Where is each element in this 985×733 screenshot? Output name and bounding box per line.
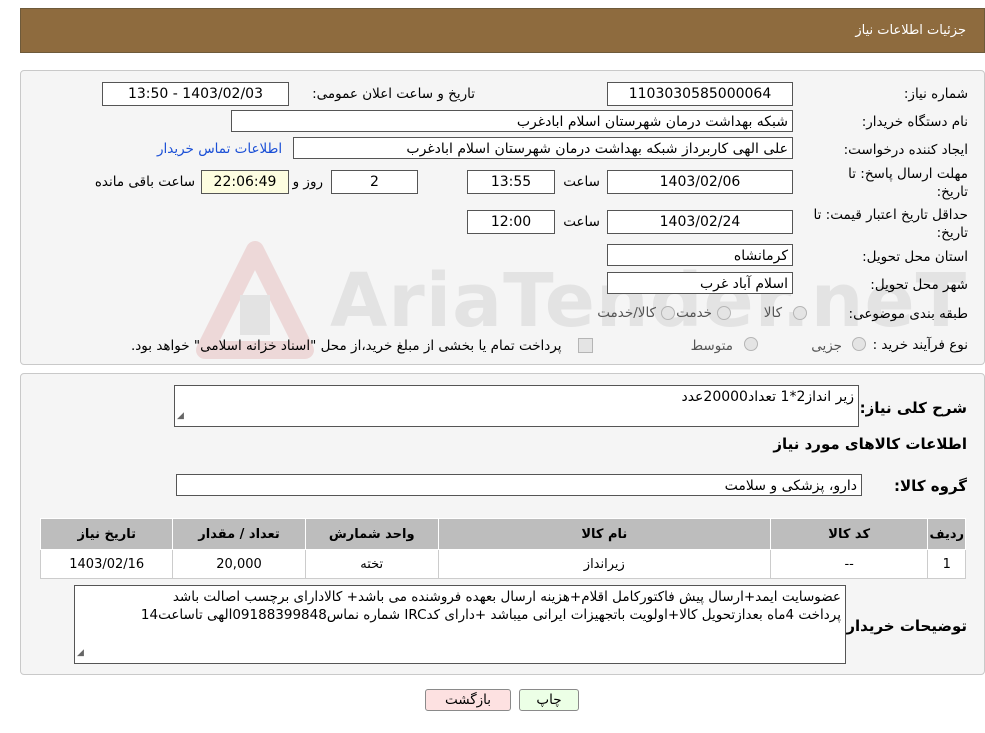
deadline-label-date: تاریخ: [936, 184, 968, 200]
col-row-header: ردیف [927, 518, 966, 550]
col-date-header: تاریخ نیاز [39, 518, 174, 550]
days-field: 2 [331, 170, 418, 194]
cell-code: -- [769, 549, 929, 579]
cell-quantity: 20,000 [172, 549, 306, 579]
category-label: طبقه بندی موضوعی: [848, 306, 968, 322]
province-label: استان محل تحویل: [862, 249, 968, 265]
cell-name: زیرانداز [437, 549, 771, 579]
need-number-field: 1103030585000064 [607, 82, 793, 106]
resize-handle-icon[interactable]: ◢ [177, 407, 184, 425]
deadline-label: مهلت ارسال پاسخ: تا [848, 166, 968, 182]
announce-datetime-field: 1403/02/03 - 13:50 [102, 82, 289, 106]
category-goods-label: کالا [763, 305, 782, 321]
page-header: جزئیات اطلاعات نیاز [20, 8, 985, 53]
cell-need-date: 1403/02/16 [39, 549, 174, 579]
resize-handle-icon[interactable]: ◢ [77, 644, 84, 662]
buyer-notes-textarea: عضوسایت ایمد+ارسال پیش فاکتورکامل اقلام+… [74, 585, 846, 664]
goods-info-title: اطلاعات کالاهای مورد نیاز [773, 435, 967, 453]
category-service-radio[interactable] [717, 306, 731, 320]
creator-field: علی الهی کاربرداز شبکه بهداشت درمان شهرس… [293, 137, 793, 159]
process-label: نوع فرآیند خرید : [872, 337, 968, 353]
cell-row-number: 1 [927, 549, 966, 579]
category-goods-service-label: کالا/خدمت [597, 305, 656, 321]
need-number-label: شماره نیاز: [903, 86, 968, 102]
days-label: روز و [292, 174, 323, 190]
deadline-time-field: 13:55 [467, 170, 555, 194]
description-text: زیر انداز2*1 تعداد20000عدد [681, 389, 854, 405]
buyer-org-field: شبکه بهداشت درمان شهرستان اسلام ابادغرب [231, 110, 793, 132]
buyer-notes-line-2: پرداخت 4ماه بعدازتحویل کالا+اولویت باتجه… [140, 607, 841, 623]
announce-label: تاریخ و ساعت اعلان عمومی: [312, 86, 475, 102]
cell-unit: تخته [304, 549, 439, 579]
goods-group-field: دارو، پزشکی و سلامت [176, 474, 862, 496]
city-field: اسلام آباد غرب [607, 272, 793, 294]
col-name-header: نام کالا [437, 518, 771, 550]
process-treasury-checkbox[interactable] [578, 338, 593, 353]
category-goods-service-radio[interactable] [661, 306, 675, 320]
process-minor-radio[interactable] [852, 337, 866, 351]
col-quantity-header: تعداد / مقدار [172, 518, 306, 550]
description-label: شرح کلی نیاز: [859, 399, 967, 417]
validity-time-field: 12:00 [467, 210, 555, 234]
items-table: ردیف کد کالا نام کالا واحد شمارش تعداد /… [39, 518, 966, 579]
process-note: پرداخت تمام یا بخشی از مبلغ خرید،از محل … [131, 338, 562, 354]
process-minor-label: جزیی [811, 338, 842, 354]
description-textarea: زیر انداز2*1 تعداد20000عدد ◢ [174, 385, 859, 427]
validity-date-field: 1403/02/24 [607, 210, 793, 234]
buyer-org-label: نام دستگاه خریدار: [861, 114, 968, 130]
validity-label: حداقل تاریخ اعتبار قیمت: تا [813, 207, 968, 223]
table-row: 1 -- زیرانداز تخته 20,000 1403/02/16 [39, 549, 966, 579]
category-service-label: خدمت [676, 305, 712, 321]
remaining-time-field: 22:06:49 [201, 170, 289, 194]
creator-label: ایجاد کننده درخواست: [843, 142, 968, 158]
col-code-header: کد کالا [769, 518, 929, 550]
province-field: کرمانشاه [607, 244, 793, 266]
validity-time-label: ساعت [563, 214, 600, 230]
validity-label-date: تاریخ: [936, 225, 968, 241]
buyer-notes-line-1: عضوسایت ایمد+ارسال پیش فاکتورکامل اقلام+… [172, 589, 841, 605]
page-title: جزئیات اطلاعات نیاز [855, 23, 966, 38]
buyer-contact-link[interactable]: اطلاعات تماس خریدار [157, 141, 282, 157]
process-medium-label: متوسط [690, 338, 733, 354]
remaining-label: ساعت باقی مانده [94, 174, 195, 190]
buyer-notes-label: توضیحات خریدار: [840, 617, 967, 635]
category-goods-radio[interactable] [793, 306, 807, 320]
process-medium-radio[interactable] [744, 337, 758, 351]
back-button[interactable]: بازگشت [425, 689, 511, 711]
table-header-row: ردیف کد کالا نام کالا واحد شمارش تعداد /… [39, 518, 966, 550]
city-label: شهر محل تحویل: [870, 277, 968, 293]
col-unit-header: واحد شمارش [304, 518, 439, 550]
deadline-date-field: 1403/02/06 [607, 170, 793, 194]
print-button[interactable]: چاپ [519, 689, 579, 711]
goods-group-label: گروه کالا: [894, 477, 967, 495]
deadline-time-label: ساعت [563, 174, 600, 190]
